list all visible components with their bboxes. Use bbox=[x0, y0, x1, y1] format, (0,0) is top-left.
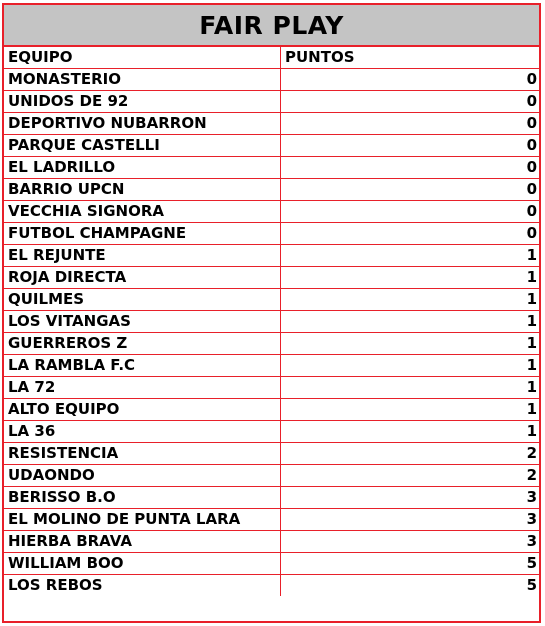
table-row: BERISSO B.O 3 bbox=[4, 486, 539, 509]
table-row: LOS VITANGAS 1 bbox=[4, 310, 539, 333]
team-points: 1 bbox=[280, 310, 539, 333]
table-row: LOS REBOS 5 bbox=[4, 574, 539, 596]
team-name: BARRIO UPCN bbox=[4, 178, 281, 201]
team-points: 1 bbox=[280, 398, 539, 421]
team-points: 1 bbox=[280, 376, 539, 399]
table-row: VECCHIA SIGNORA 0 bbox=[4, 200, 539, 223]
team-points: 3 bbox=[280, 486, 539, 509]
table-body: EQUIPO PUNTOS MONASTERIO 0 UNIDOS DE 92 0 DE… bbox=[4, 47, 539, 596]
team-points: 2 bbox=[280, 464, 539, 487]
team-points: 3 bbox=[280, 530, 539, 553]
table-row: LA 36 1 bbox=[4, 420, 539, 443]
table-row: EL REJUNTE 1 bbox=[4, 244, 539, 267]
team-points: 5 bbox=[280, 552, 539, 575]
table-row: PARQUE CASTELLI 0 bbox=[4, 134, 539, 157]
team-points: 0 bbox=[280, 222, 539, 245]
header-points: PUNTOS bbox=[280, 47, 539, 69]
header-row: EQUIPO PUNTOS bbox=[4, 47, 539, 69]
team-name: WILLIAM BOO bbox=[4, 552, 281, 575]
team-name: UDAONDO bbox=[4, 464, 281, 487]
team-points: 5 bbox=[280, 574, 539, 596]
team-points: 1 bbox=[280, 266, 539, 289]
table-row: EL LADRILLO 0 bbox=[4, 156, 539, 179]
team-points: 0 bbox=[280, 90, 539, 113]
table-row: UNIDOS DE 92 0 bbox=[4, 90, 539, 113]
table-row: MONASTERIO 0 bbox=[4, 68, 539, 91]
team-points: 3 bbox=[280, 508, 539, 531]
team-name: EL REJUNTE bbox=[4, 244, 281, 267]
table-row: WILLIAM BOO 5 bbox=[4, 552, 539, 575]
team-name: ALTO EQUIPO bbox=[4, 398, 281, 421]
team-name: LA RAMBLA F.C bbox=[4, 354, 281, 377]
team-name: FUTBOL CHAMPAGNE bbox=[4, 222, 281, 245]
team-points: 0 bbox=[280, 134, 539, 157]
team-points: 2 bbox=[280, 442, 539, 465]
team-name: GUERREROS Z bbox=[4, 332, 281, 355]
team-points: 0 bbox=[280, 200, 539, 223]
table-row: UDAONDO 2 bbox=[4, 464, 539, 487]
team-name: UNIDOS DE 92 bbox=[4, 90, 281, 113]
fair-play-table: FAIR PLAY EQUIPO PUNTOS MONASTERIO 0 UNIDO… bbox=[2, 3, 541, 623]
team-name: BERISSO B.O bbox=[4, 486, 281, 509]
team-name: QUILMES bbox=[4, 288, 281, 311]
team-name: EL LADRILLO bbox=[4, 156, 281, 179]
team-points: 0 bbox=[280, 112, 539, 135]
table-row: ROJA DIRECTA 1 bbox=[4, 266, 539, 289]
table-row: RESISTENCIA 2 bbox=[4, 442, 539, 465]
team-name: LA 72 bbox=[4, 376, 281, 399]
team-name: LOS REBOS bbox=[4, 574, 281, 596]
table-row: LA RAMBLA F.C 1 bbox=[4, 354, 539, 377]
table-row: DEPORTIVO NUBARRON 0 bbox=[4, 112, 539, 135]
team-name: LA 36 bbox=[4, 420, 281, 443]
team-name: MONASTERIO bbox=[4, 68, 281, 91]
table-title: FAIR PLAY bbox=[4, 5, 539, 47]
table-row: GUERREROS Z1 bbox=[4, 332, 539, 355]
team-name: PARQUE CASTELLI bbox=[4, 134, 281, 157]
team-points: 0 bbox=[280, 156, 539, 179]
table-row: LA 72 1 bbox=[4, 376, 539, 399]
table-row: HIERBA BRAVA 3 bbox=[4, 530, 539, 553]
team-name: VECCHIA SIGNORA bbox=[4, 200, 281, 223]
team-points: 0 bbox=[280, 68, 539, 91]
team-name: RESISTENCIA bbox=[4, 442, 281, 465]
table-row: QUILMES 1 bbox=[4, 288, 539, 311]
team-name: LOS VITANGAS bbox=[4, 310, 281, 333]
team-points: 1 bbox=[280, 354, 539, 377]
team-points: 1 bbox=[280, 244, 539, 267]
standings-table: EQUIPO PUNTOS MONASTERIO 0 UNIDOS DE 92 0 DE… bbox=[4, 47, 539, 596]
table-row: FUTBOL CHAMPAGNE 0 bbox=[4, 222, 539, 245]
team-name: HIERBA BRAVA bbox=[4, 530, 281, 553]
team-name: ROJA DIRECTA bbox=[4, 266, 281, 289]
header-team: EQUIPO bbox=[4, 47, 281, 69]
table-row: EL MOLINO DE PUNTA LARA 3 bbox=[4, 508, 539, 531]
table-row: ALTO EQUIPO 1 bbox=[4, 398, 539, 421]
team-points: 0 bbox=[280, 178, 539, 201]
team-name: DEPORTIVO NUBARRON bbox=[4, 112, 281, 135]
team-points: 1 bbox=[280, 288, 539, 311]
table-row: BARRIO UPCN 0 bbox=[4, 178, 539, 201]
team-points: 1 bbox=[280, 420, 539, 443]
team-points: 1 bbox=[280, 332, 539, 355]
team-name: EL MOLINO DE PUNTA LARA bbox=[4, 508, 281, 531]
